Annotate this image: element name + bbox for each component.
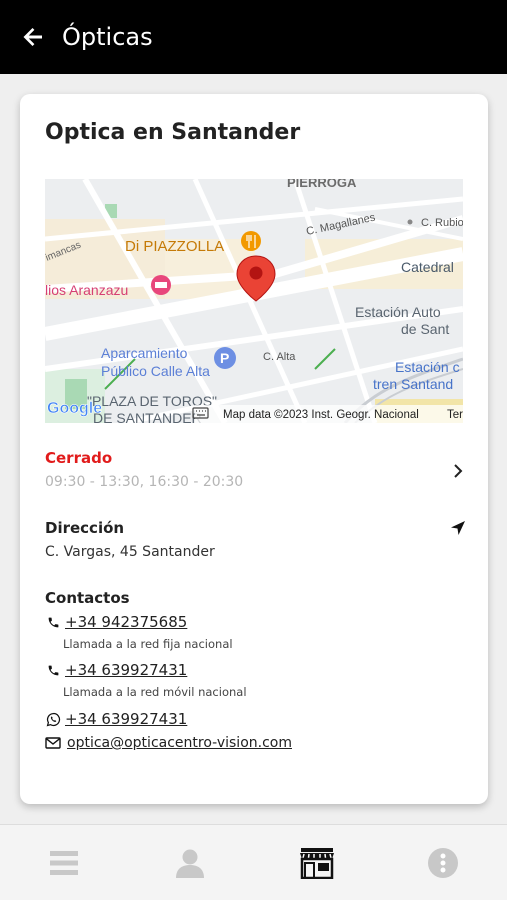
user-icon	[176, 849, 204, 878]
status-badge: Cerrado	[45, 449, 113, 467]
phone-note-mobile: Llamada a la red móvil nacional	[63, 685, 247, 699]
whatsapp-link[interactable]: +34 639927431	[65, 710, 187, 728]
opening-hours: 09:30 - 13:30, 16:30 - 20:30	[45, 474, 244, 490]
nav-tab-menu[interactable]	[44, 843, 84, 883]
parking-icon: P	[220, 350, 229, 366]
store-icon	[300, 848, 334, 879]
phone-row-mobile: +34 639927431	[45, 661, 187, 679]
info-icon	[428, 848, 458, 878]
phone-icon	[45, 614, 61, 630]
arrow-left-icon	[23, 28, 42, 46]
map-attribution: Map data ©2023 Inst. Geogr. Nacional	[223, 409, 419, 421]
email-row: optica@opticacentro-vision.com	[45, 735, 292, 751]
map-label-estacion-tren-2: tren Santand	[373, 376, 453, 392]
email-link[interactable]: optica@opticacentro-vision.com	[67, 735, 292, 751]
map-label-calle-alta: C. Alta	[263, 351, 296, 363]
whatsapp-icon	[45, 711, 61, 727]
chevron-right-icon	[454, 464, 463, 478]
map-label-restaurant: Di PIAZZOLLA	[125, 238, 224, 255]
mail-icon	[45, 735, 61, 751]
map-label-rubio: C. Rubio	[421, 217, 463, 229]
phone-link-landline[interactable]: +34 942375685	[65, 613, 187, 631]
back-button[interactable]	[18, 22, 48, 52]
navigation-arrow-icon[interactable]	[448, 518, 468, 538]
nav-tab-profile[interactable]	[170, 843, 210, 883]
hours-expand-button[interactable]	[448, 460, 468, 482]
map-label-catedral: Catedral	[401, 259, 454, 275]
address-text: C. Vargas, 45 Santander	[45, 544, 215, 560]
nav-tab-info[interactable]	[423, 843, 463, 883]
app-bar: Ópticas	[0, 0, 507, 74]
map-terms[interactable]: Ter	[447, 409, 463, 421]
page-title: Ópticas	[62, 23, 153, 51]
store-name: Optica en Santander	[45, 120, 301, 145]
store-card: Optica en Santander PIERROGA C. Magallan…	[20, 94, 488, 804]
address-label: Dirección	[45, 519, 125, 537]
nav-tab-stores[interactable]	[297, 843, 337, 883]
map-label-top: PIERROGA	[287, 179, 357, 190]
map-label-parking-2: Público Calle Alta	[101, 363, 210, 379]
contacts-label: Contactos	[45, 589, 130, 607]
map-label-estacion-tren-1: Estación c	[395, 359, 460, 375]
map-label-parking-1: Aparcamiento	[101, 345, 188, 361]
phone-icon	[45, 662, 61, 678]
bottom-navigation	[0, 824, 507, 900]
phone-note-landline: Llamada a la red fija nacional	[63, 637, 233, 651]
menu-icon	[50, 851, 78, 875]
phone-row-landline: +34 942375685	[45, 613, 187, 631]
map-label-plaza-2: DE SANTANDER	[93, 410, 202, 423]
google-logo: Google	[47, 400, 102, 417]
map-label-hotel: lios Aranzazu	[45, 282, 128, 298]
map-label-estacion-auto-2: de Sant	[401, 321, 449, 337]
store-map[interactable]: PIERROGA C. Magallanes C. Rubio imancas …	[45, 179, 463, 423]
phone-link-mobile[interactable]: +34 639927431	[65, 661, 187, 679]
whatsapp-row: +34 639927431	[45, 710, 187, 728]
map-label-estacion-auto-1: Estación Auto	[355, 304, 441, 320]
